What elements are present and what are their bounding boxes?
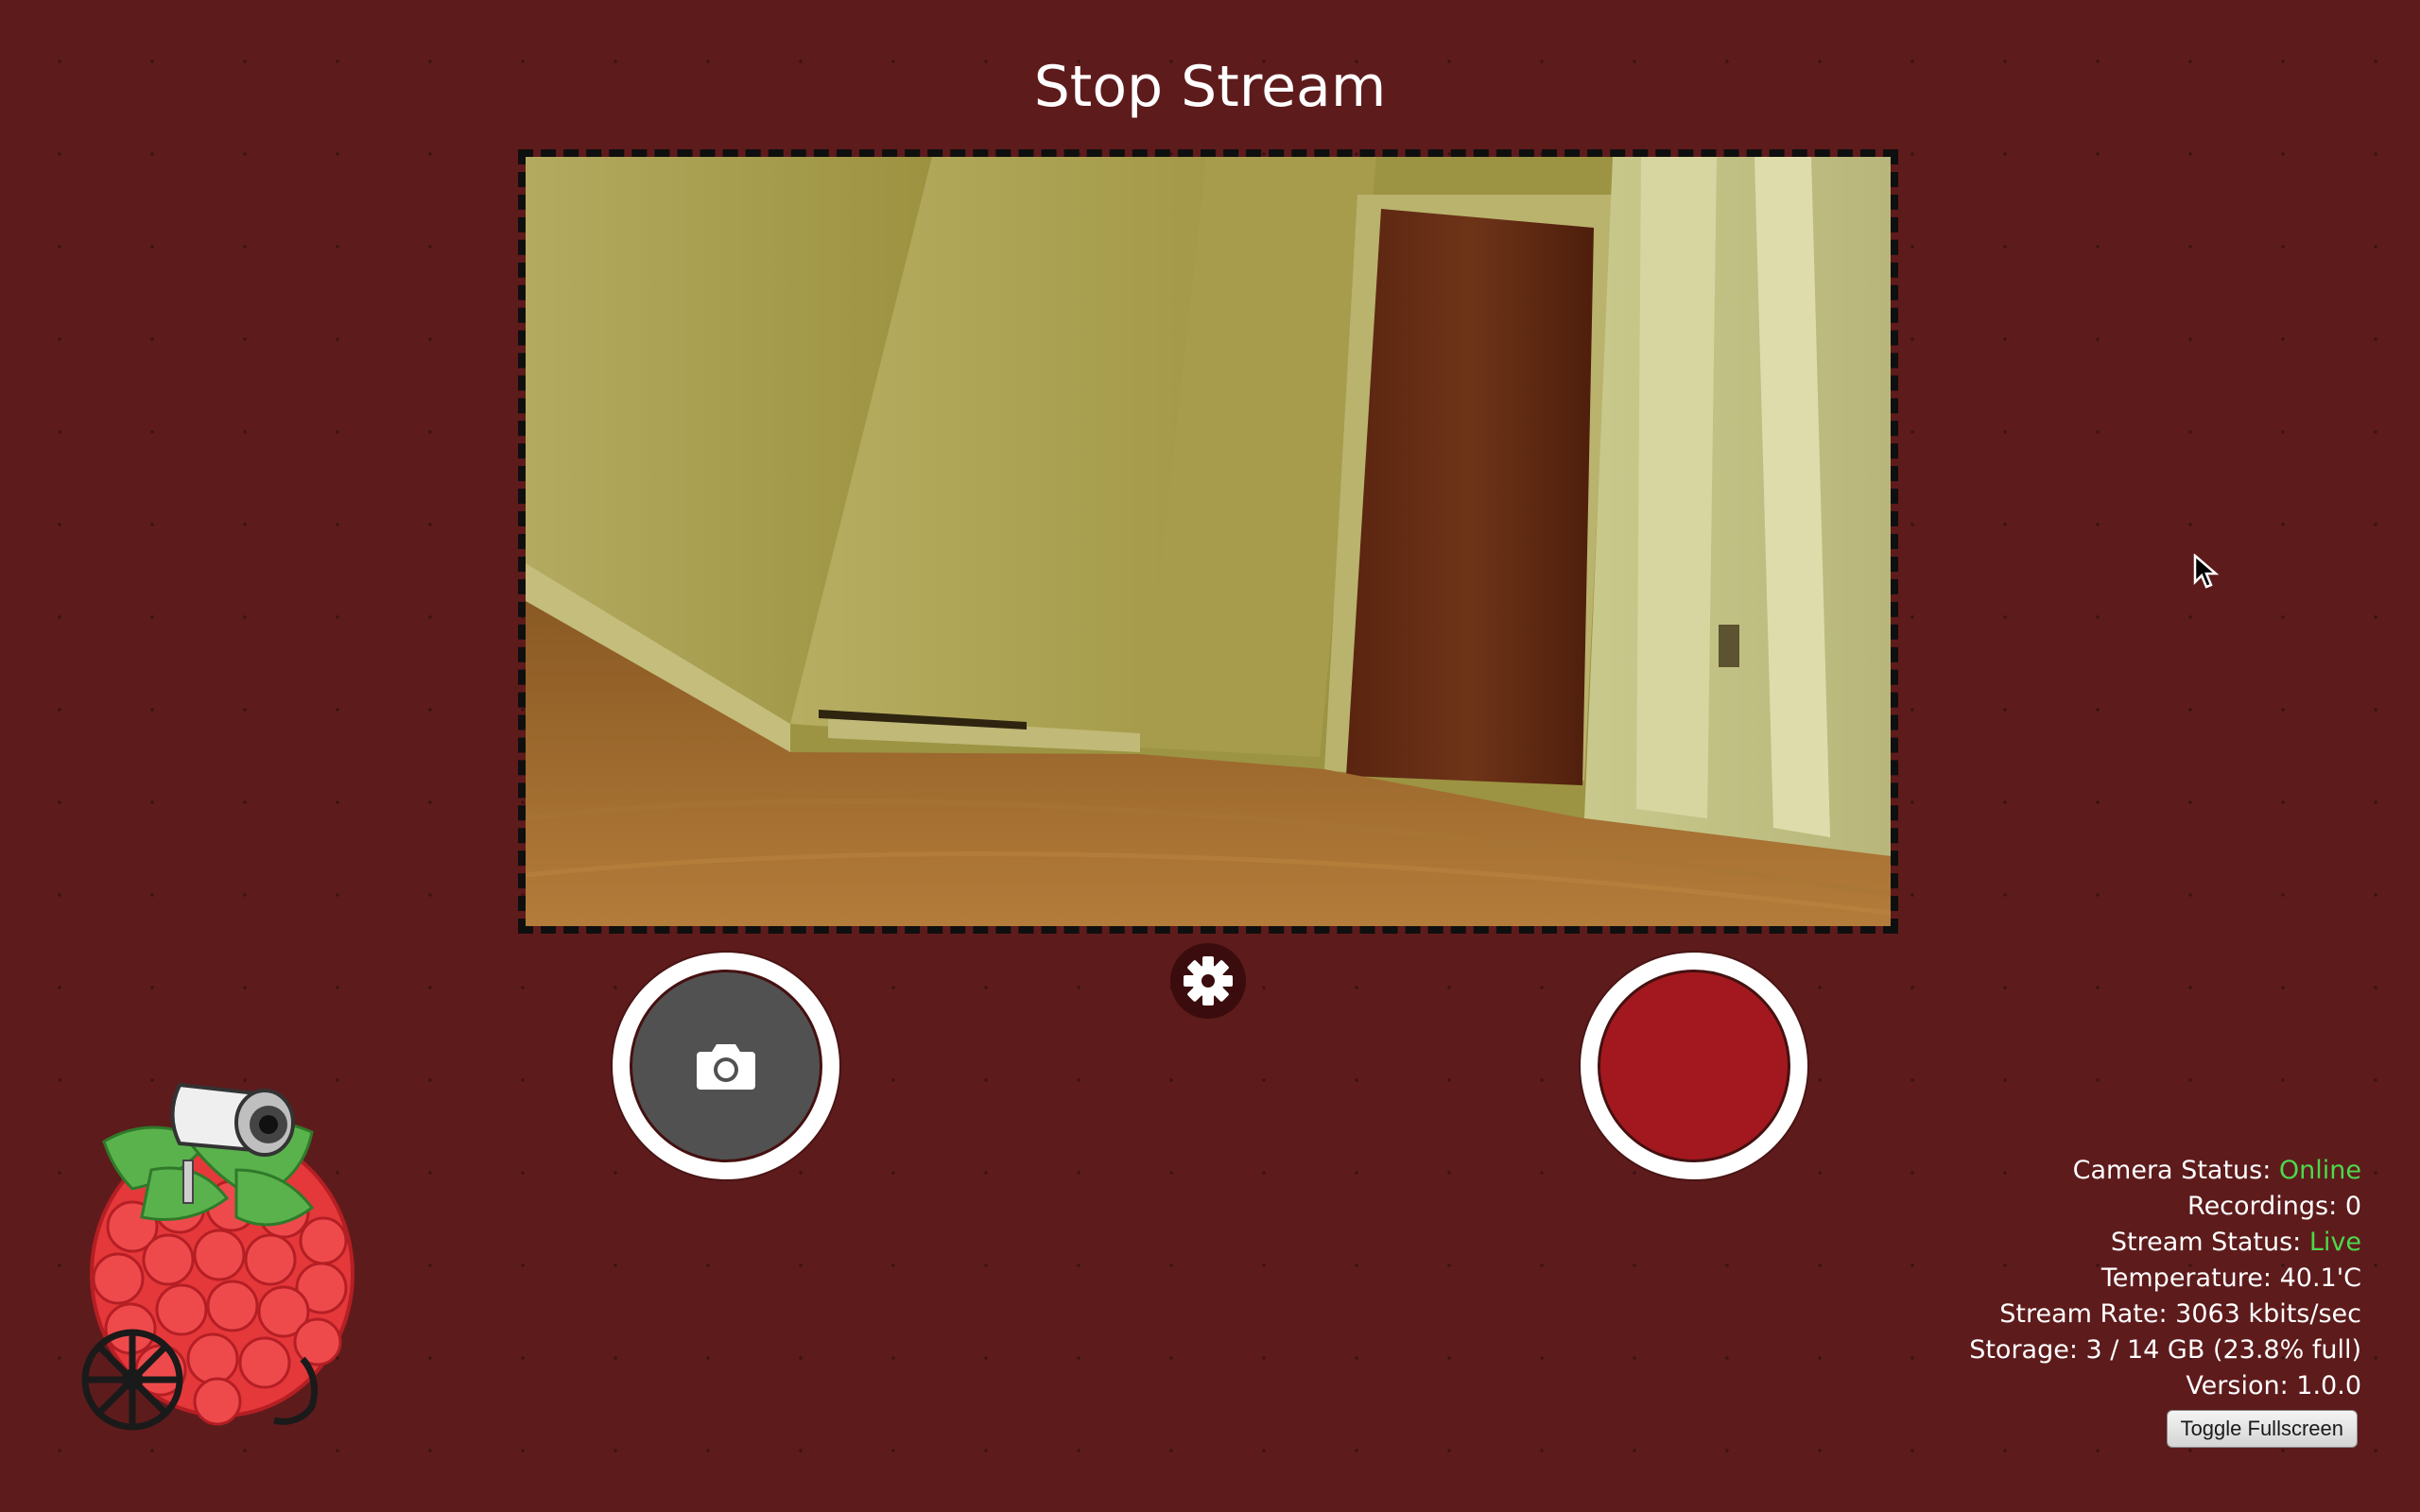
camera-status-value: Online (2278, 1156, 2361, 1185)
camera-status-label: Camera Status: (2072, 1156, 2272, 1185)
stream-status-line: Stream Status: Live (1969, 1225, 2361, 1261)
storage-label: Storage: (1969, 1335, 2078, 1365)
status-panel: Camera Status: Online Recordings: 0 Stre… (1969, 1153, 2361, 1404)
version-label: Version: (2186, 1371, 2289, 1400)
stream-rate-value: 3063 kbits/sec (2175, 1299, 2361, 1329)
snapshot-button[interactable] (613, 953, 839, 1179)
recordings-label: Recordings: (2187, 1192, 2338, 1221)
storage-line: Storage: 3 / 14 GB (23.8% full) (1969, 1332, 2361, 1368)
stream-status-value: Live (2308, 1228, 2361, 1257)
record-button-face (1598, 970, 1790, 1162)
storage-value: 3 / 14 GB (23.8% full) (2085, 1335, 2361, 1365)
temperature-line: Temperature: 40.1'C (1969, 1261, 2361, 1297)
snapshot-button-face (630, 970, 822, 1162)
raspberry-camera-robot-logo (81, 1082, 354, 1431)
stream-rate-line: Stream Rate: 3063 kbits/sec (1969, 1297, 2361, 1332)
stream-status-label: Stream Status: (2110, 1228, 2302, 1257)
camera-feed-image (526, 157, 1891, 926)
mouse-cursor-icon (2193, 554, 2220, 589)
toggle-fullscreen-button[interactable]: Toggle Fullscreen (2166, 1410, 2358, 1448)
camera-icon (697, 1044, 755, 1090)
temperature-label: Temperature: (2100, 1263, 2272, 1293)
stop-stream-button[interactable]: Stop Stream (926, 42, 1494, 132)
settings-button[interactable] (1170, 943, 1246, 1019)
version-line: Version: 1.0.0 (1969, 1368, 2361, 1404)
camera-status-line: Camera Status: Online (1969, 1153, 2361, 1189)
stream-rate-label: Stream Rate: (1999, 1299, 2168, 1329)
version-value: 1.0.0 (2296, 1371, 2361, 1400)
record-button[interactable] (1581, 953, 1807, 1179)
video-stream-viewer (518, 149, 1898, 934)
recordings-line: Recordings: 0 (1969, 1189, 2361, 1225)
gear-icon (1184, 956, 1233, 1005)
recordings-value: 0 (2344, 1192, 2361, 1221)
temperature-value: 40.1'C (2279, 1263, 2361, 1293)
